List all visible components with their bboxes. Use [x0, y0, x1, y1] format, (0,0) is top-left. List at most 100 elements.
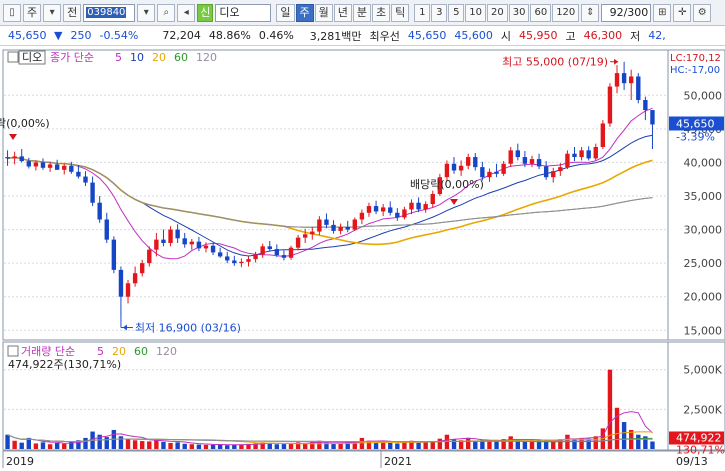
period-tab-2[interactable]: 월	[314, 3, 333, 22]
number-tab-3[interactable]: 3	[431, 3, 448, 22]
candle-body	[473, 157, 478, 168]
candle-body	[614, 73, 620, 87]
candle-body	[636, 76, 641, 100]
period-tab-3[interactable]: 년	[333, 3, 352, 22]
stock-chart[interactable]: 50,00045,00040,00035,00030,00025,00020,0…	[0, 47, 725, 468]
candle-body	[416, 202, 421, 210]
number-tab-5[interactable]: 5	[448, 3, 465, 22]
volume-y-tick: 5,000K	[683, 364, 722, 377]
high-label: 고	[565, 29, 576, 43]
trade-amount: 3,281백만	[309, 29, 362, 43]
candle-body	[621, 73, 627, 84]
number-tab-20[interactable]: 20	[486, 3, 508, 22]
volume-legend-grid-icon	[7, 345, 19, 357]
chart-type-icon[interactable]: ▯	[3, 3, 21, 22]
price-ma-legend-10: 10	[130, 51, 144, 64]
volume-bar	[161, 441, 166, 449]
stock-name-field[interactable]: 디오	[215, 3, 272, 22]
low-annotation: 최저 16,900 (03/16)	[135, 322, 241, 335]
best-bid: 45,600	[454, 29, 493, 42]
current-price-tag: 45,650	[676, 117, 715, 130]
volume-bar	[508, 436, 513, 449]
candle-body	[565, 153, 570, 168]
candle-body	[139, 263, 145, 274]
candle-body	[47, 164, 53, 168]
candle-body	[508, 150, 513, 164]
volume-bar	[132, 440, 138, 449]
volume-bar	[473, 441, 478, 449]
volume-ma-legend-20: 20	[112, 345, 126, 358]
legend-grid-icon	[7, 51, 19, 63]
price-y-tick: 30,000	[684, 224, 723, 237]
current-price-pct: -3.39%	[676, 130, 715, 143]
price-badge: 디오	[22, 51, 42, 64]
prev-button[interactable]: 전	[63, 3, 82, 22]
candle-body	[260, 246, 265, 255]
volume-ma-legend-60: 60	[134, 345, 148, 358]
volume-bar	[465, 437, 471, 449]
volume-bar	[423, 442, 428, 449]
number-tab-30[interactable]: 30	[508, 3, 530, 22]
speaker-icon[interactable]: ◂	[177, 3, 196, 22]
volume-bar	[175, 442, 180, 449]
candle-body	[69, 165, 74, 172]
volume-bar	[416, 442, 421, 449]
price-ma-legend-60: 60	[174, 51, 188, 64]
low-price: 42,	[648, 29, 666, 42]
volume-bar	[40, 442, 46, 449]
grid-icon[interactable]: ⊞	[653, 3, 672, 22]
candle-body	[97, 202, 102, 220]
candle-body	[281, 255, 287, 258]
candle-body	[451, 163, 457, 171]
chart-area[interactable]: 50,00045,00040,00035,00030,00025,00020,0…	[0, 47, 725, 468]
candle-body	[154, 239, 159, 250]
candle-body	[210, 245, 216, 253]
volume-bar	[19, 442, 24, 449]
period-tab-4[interactable]: 분	[352, 3, 371, 22]
candle-body	[5, 157, 10, 159]
dividend-mid-annotation: 배당락(0,00%)	[410, 178, 484, 191]
volume-bar	[168, 442, 173, 449]
price-ma-legend-5: 5	[115, 51, 122, 64]
candle-body	[302, 234, 308, 238]
settings-icon[interactable]: ⚙	[693, 3, 712, 22]
period-tab-5[interactable]: 초	[372, 3, 391, 22]
candle-body	[480, 167, 485, 178]
period-tab-0[interactable]: 일	[276, 3, 295, 22]
period-tab-6[interactable]: 틱	[391, 3, 410, 22]
number-tab-1[interactable]: 1	[414, 3, 431, 22]
dropdown-chevron-icon[interactable]: ▾	[43, 3, 62, 22]
candle-body	[345, 226, 350, 230]
lc-label: LC:170,12	[670, 53, 721, 64]
crosshair-icon[interactable]: ✛	[673, 3, 692, 22]
candle-body	[26, 161, 32, 167]
candle-body	[522, 157, 528, 164]
count-field[interactable]: 92/300	[601, 3, 652, 22]
period-tab-1[interactable]: 주	[295, 3, 314, 22]
period-prefix-button[interactable]: 주	[23, 3, 42, 22]
volume-ma-legend-5: 5	[97, 345, 104, 358]
number-tab-10[interactable]: 10	[465, 3, 486, 22]
candle-body	[643, 99, 648, 111]
volume-bar	[147, 441, 152, 449]
number-tab-60[interactable]: 60	[530, 3, 552, 22]
search-icon[interactable]: ⌕	[157, 3, 176, 22]
volume-ratio: 48.86%	[208, 29, 251, 42]
stepper-icon[interactable]: ⇕	[581, 3, 600, 22]
number-tab-120[interactable]: 120	[552, 3, 580, 22]
price-y-tick: 25,000	[684, 257, 723, 270]
volume-bar	[593, 436, 598, 449]
volume-bar	[650, 441, 655, 449]
code-dropdown-icon[interactable]: ▾	[137, 3, 156, 22]
volume-bar	[182, 443, 187, 449]
x-axis-label-mid: 2021	[384, 455, 412, 468]
volume-bar	[621, 422, 627, 449]
candle-body	[409, 202, 414, 210]
volume-bar	[83, 437, 88, 449]
stock-code-input[interactable]: 039840	[83, 3, 136, 22]
volume-bar	[62, 443, 67, 449]
volume-bar	[47, 444, 53, 449]
candle-body	[423, 204, 428, 210]
candle-body	[274, 249, 280, 256]
candle-body	[203, 245, 209, 249]
